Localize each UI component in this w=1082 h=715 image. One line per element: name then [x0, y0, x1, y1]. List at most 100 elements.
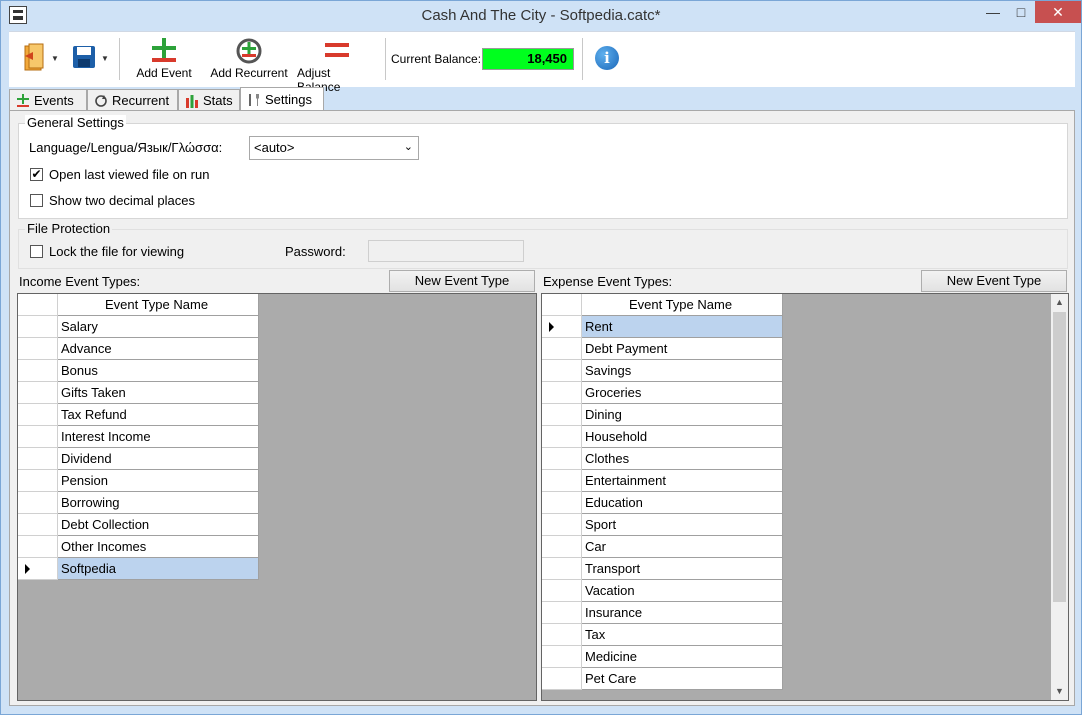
- table-row[interactable]: Other Incomes: [18, 536, 259, 558]
- row-header[interactable]: [18, 492, 58, 514]
- row-header[interactable]: [18, 338, 58, 360]
- row-header[interactable]: [542, 448, 582, 470]
- table-row[interactable]: Insurance: [542, 602, 783, 624]
- event-type-cell[interactable]: Savings: [582, 360, 783, 382]
- table-row[interactable]: Tax Refund: [18, 404, 259, 426]
- password-field[interactable]: [368, 240, 524, 262]
- add-event-button[interactable]: Add Event: [133, 36, 195, 80]
- expense-scrollbar[interactable]: ▲ ▼: [1051, 294, 1068, 700]
- event-type-cell[interactable]: Tax Refund: [58, 404, 259, 426]
- event-type-cell[interactable]: Transport: [582, 558, 783, 580]
- row-header[interactable]: [18, 360, 58, 382]
- new-income-type-button[interactable]: New Event Type: [389, 270, 535, 292]
- table-row[interactable]: Groceries: [542, 382, 783, 404]
- table-row[interactable]: Dining: [542, 404, 783, 426]
- row-header[interactable]: [542, 668, 582, 690]
- table-row[interactable]: Softpedia: [18, 558, 259, 580]
- row-header[interactable]: [542, 338, 582, 360]
- event-type-cell[interactable]: Dividend: [58, 448, 259, 470]
- two-decimals-checkbox[interactable]: [30, 194, 43, 207]
- event-type-cell[interactable]: Bonus: [58, 360, 259, 382]
- row-header[interactable]: [542, 580, 582, 602]
- event-type-cell[interactable]: Groceries: [582, 382, 783, 404]
- scroll-up-icon[interactable]: ▲: [1051, 294, 1068, 311]
- event-type-cell[interactable]: Insurance: [582, 602, 783, 624]
- close-button[interactable]: ✕: [1035, 1, 1081, 23]
- event-type-cell[interactable]: Gifts Taken: [58, 382, 259, 404]
- table-row[interactable]: Tax: [542, 624, 783, 646]
- row-header[interactable]: [18, 470, 58, 492]
- row-header[interactable]: [542, 492, 582, 514]
- table-row[interactable]: Advance: [18, 338, 259, 360]
- table-row[interactable]: Salary: [18, 316, 259, 338]
- tab-stats[interactable]: Stats: [178, 89, 240, 111]
- row-header[interactable]: [542, 558, 582, 580]
- table-row[interactable]: Interest Income: [18, 426, 259, 448]
- row-header[interactable]: [542, 426, 582, 448]
- row-header[interactable]: [18, 382, 58, 404]
- row-header[interactable]: [542, 470, 582, 492]
- row-header[interactable]: [542, 316, 582, 338]
- table-row[interactable]: Sport: [542, 514, 783, 536]
- table-row[interactable]: Pension: [18, 470, 259, 492]
- event-type-cell[interactable]: Borrowing: [58, 492, 259, 514]
- row-header[interactable]: [542, 602, 582, 624]
- income-column-header[interactable]: Event Type Name: [58, 294, 259, 316]
- maximize-button[interactable]: □: [1007, 1, 1035, 23]
- event-type-cell[interactable]: Pet Care: [582, 668, 783, 690]
- table-row[interactable]: Entertainment: [542, 470, 783, 492]
- event-type-cell[interactable]: Education: [582, 492, 783, 514]
- row-header[interactable]: [18, 426, 58, 448]
- event-type-cell[interactable]: Interest Income: [58, 426, 259, 448]
- event-type-cell[interactable]: Debt Collection: [58, 514, 259, 536]
- open-last-checkbox[interactable]: ✔: [30, 168, 43, 181]
- event-type-cell[interactable]: Tax: [582, 624, 783, 646]
- info-icon[interactable]: i: [595, 46, 619, 70]
- row-header[interactable]: [542, 536, 582, 558]
- table-row[interactable]: Household: [542, 426, 783, 448]
- table-row[interactable]: Borrowing: [18, 492, 259, 514]
- tab-recurrent[interactable]: Recurrent: [87, 89, 178, 111]
- event-type-cell[interactable]: Dining: [582, 404, 783, 426]
- row-header[interactable]: [18, 404, 58, 426]
- row-header[interactable]: [542, 382, 582, 404]
- event-type-cell[interactable]: Car: [582, 536, 783, 558]
- table-row[interactable]: Debt Collection: [18, 514, 259, 536]
- row-header[interactable]: [18, 448, 58, 470]
- row-header[interactable]: [542, 646, 582, 668]
- new-expense-type-button[interactable]: New Event Type: [921, 270, 1067, 292]
- adjust-balance-button[interactable]: Adjust Balance: [297, 36, 377, 94]
- row-header[interactable]: [18, 558, 58, 580]
- save-dropdown-arrow[interactable]: ▼: [101, 54, 109, 63]
- event-type-cell[interactable]: Salary: [58, 316, 259, 338]
- minimize-button[interactable]: —: [979, 1, 1007, 23]
- tab-events[interactable]: Events: [9, 89, 87, 111]
- row-header[interactable]: [542, 514, 582, 536]
- event-type-cell[interactable]: Advance: [58, 338, 259, 360]
- language-select[interactable]: <auto> ⌄: [249, 136, 419, 160]
- table-row[interactable]: Clothes: [542, 448, 783, 470]
- row-header[interactable]: [18, 316, 58, 338]
- row-header[interactable]: [18, 536, 58, 558]
- event-type-cell[interactable]: Other Incomes: [58, 536, 259, 558]
- event-type-cell[interactable]: Clothes: [582, 448, 783, 470]
- scroll-down-icon[interactable]: ▼: [1051, 683, 1068, 700]
- save-button[interactable]: ▼: [65, 42, 117, 76]
- table-row[interactable]: Vacation: [542, 580, 783, 602]
- expense-column-header[interactable]: Event Type Name: [582, 294, 783, 316]
- event-type-cell[interactable]: Debt Payment: [582, 338, 783, 360]
- event-type-cell[interactable]: Pension: [58, 470, 259, 492]
- row-header[interactable]: [542, 624, 582, 646]
- table-row[interactable]: Savings: [542, 360, 783, 382]
- add-recurrent-button[interactable]: Add Recurrent: [209, 36, 289, 80]
- open-dropdown-arrow[interactable]: ▼: [51, 54, 59, 63]
- row-header[interactable]: [542, 404, 582, 426]
- event-type-cell[interactable]: Softpedia: [58, 558, 259, 580]
- table-row[interactable]: Dividend: [18, 448, 259, 470]
- table-row[interactable]: Debt Payment: [542, 338, 783, 360]
- row-header[interactable]: [18, 514, 58, 536]
- table-row[interactable]: Transport: [542, 558, 783, 580]
- table-row[interactable]: Pet Care: [542, 668, 783, 690]
- event-type-cell[interactable]: Medicine: [582, 646, 783, 668]
- table-row[interactable]: Rent: [542, 316, 783, 338]
